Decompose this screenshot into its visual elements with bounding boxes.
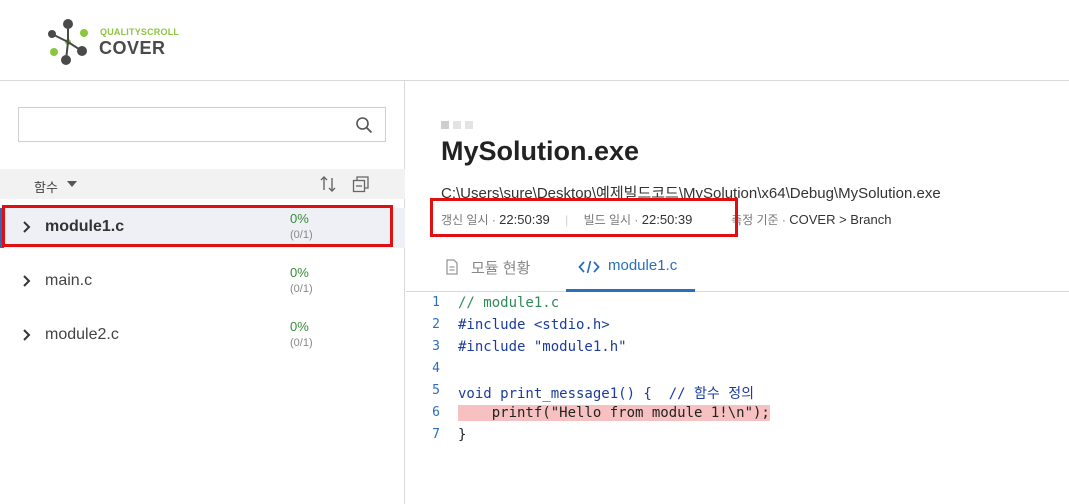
search-input[interactable] (18, 107, 386, 142)
coverage-percent: 0% (290, 211, 309, 226)
file-name[interactable]: module2.c (45, 326, 119, 344)
logo-brand: COVER (99, 38, 166, 58)
tab-label: 모듈 현황 (471, 260, 531, 277)
app-header: QUALITYSCROLL COVER (0, 0, 1069, 81)
logo-mark-icon (48, 19, 88, 65)
caret-down-icon[interactable] (67, 181, 77, 187)
line-number: 6 (432, 405, 440, 420)
code-line: 4 (406, 359, 1069, 381)
code-line-uncovered: 6 printf("Hello from module 1!\n"); (406, 403, 1069, 425)
search-icon[interactable] (355, 116, 373, 134)
code-line: 5 void print_message1() { // 함수 정의 (406, 381, 1069, 403)
code-line: 7 } (406, 425, 1069, 447)
code-line: 2 #include <stdio.h> (406, 315, 1069, 337)
code-text: printf("Hello from module 1!\n"); (458, 405, 770, 421)
function-list-header: 함수 (0, 169, 405, 199)
line-number: 3 (432, 339, 440, 354)
code-viewer: 1 // module1.c 2 #include <stdio.h> 3 #i… (406, 293, 1069, 504)
code-text: #include <stdio.h> (458, 317, 610, 333)
chevron-right-icon[interactable] (22, 274, 32, 288)
coverage-percent: 0% (290, 265, 309, 280)
chevron-right-icon[interactable] (22, 220, 32, 234)
code-text: } (458, 427, 467, 443)
coverage-fraction: (0/1) (290, 229, 313, 241)
function-column-label[interactable]: 함수 (34, 177, 58, 196)
criteria-label: 측정 기준 · (731, 213, 786, 227)
line-number: 7 (432, 427, 440, 442)
file-name[interactable]: module1.c (45, 218, 124, 236)
logo[interactable]: QUALITYSCROLL COVER (44, 18, 204, 66)
criteria-value: COVER > Branch (789, 212, 892, 227)
file-row-module1[interactable]: module1.c 0% (0/1) (0, 208, 405, 248)
coverage-fraction: (0/1) (290, 283, 313, 295)
tab-label: module1.c (608, 257, 678, 274)
coverage-fraction: (0/1) (290, 337, 313, 349)
updated-value: 22:50:39 (499, 212, 550, 227)
coverage-percent: 0% (290, 319, 309, 334)
divider: | (565, 213, 569, 227)
binary-path: C:\Users\sure\Desktop\예제빌드코드\MySolution\… (441, 185, 941, 202)
line-number: 2 (432, 317, 440, 332)
line-number: 5 (432, 383, 440, 398)
code-text: // module1.c (458, 295, 560, 311)
logo-brand-small: QUALITYSCROLL (100, 27, 180, 37)
tab-module1[interactable]: module1.c (566, 246, 695, 292)
tab-bar: 모듈 현황 module1.c (406, 246, 1069, 292)
file-sidebar: 함수 module1.c 0% (0/1) main.c 0% (0/1) mo… (0, 81, 405, 504)
file-row-main[interactable]: main.c 0% (0/1) (0, 262, 405, 302)
build-value: 22:50:39 (641, 212, 693, 227)
code-line: 3 #include "module1.h" (406, 337, 1069, 359)
code-icon (578, 260, 600, 274)
build-label: 빌드 일시 · (583, 213, 639, 227)
page-title: MySolution.exe (441, 136, 640, 166)
file-row-module2[interactable]: module2.c 0% (0/1) (0, 316, 405, 356)
breadcrumb-dots (441, 116, 481, 129)
document-icon (446, 259, 458, 275)
line-number: 4 (432, 361, 440, 376)
sort-icon[interactable] (318, 174, 338, 194)
file-name[interactable]: main.c (45, 272, 92, 290)
updated-label: 갱신 일시 · (441, 213, 496, 227)
meta-info: 갱신 일시 · 22:50:39 | 빌드 일시 · 22:50:39 측정 기… (441, 211, 891, 227)
code-text: #include "module1.h" (458, 339, 627, 355)
collapse-all-icon[interactable] (351, 174, 371, 194)
code-line: 1 // module1.c (406, 293, 1069, 315)
line-number: 1 (432, 295, 440, 310)
chevron-right-icon[interactable] (22, 328, 32, 342)
code-text: void print_message1() { // 함수 정의 (458, 386, 754, 402)
main-panel: MySolution.exe C:\Users\sure\Desktop\예제빌… (406, 81, 1069, 504)
